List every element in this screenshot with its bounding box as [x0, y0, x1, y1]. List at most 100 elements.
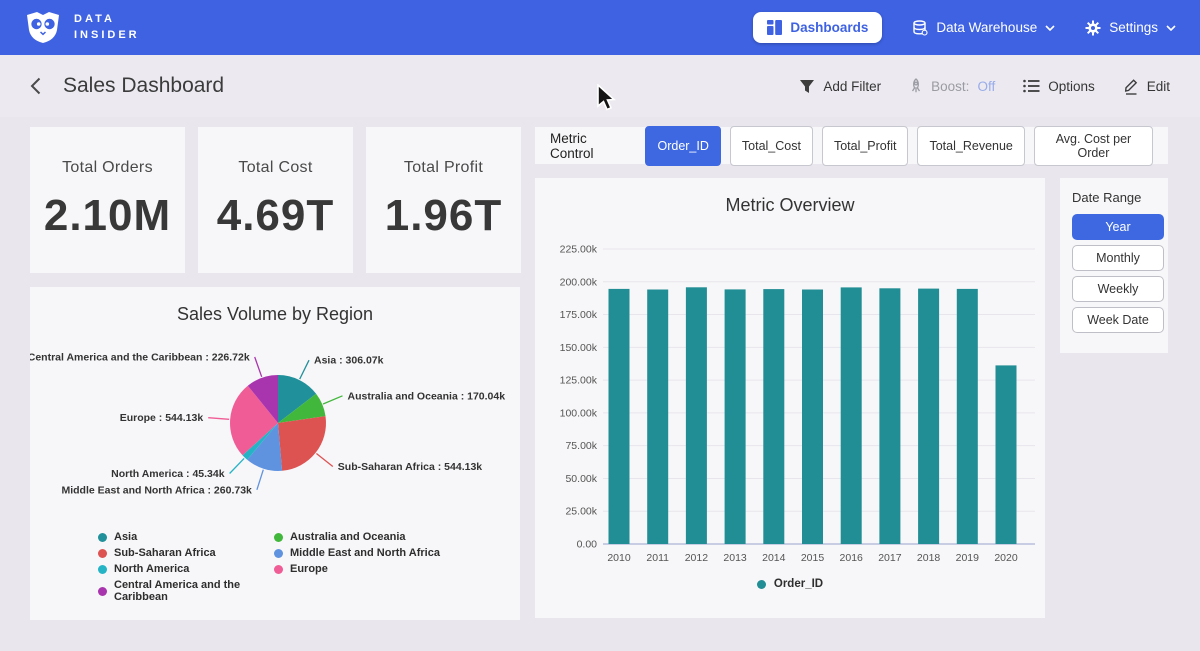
- legend-label: Australia and Oceania: [290, 531, 406, 543]
- kpi-value: 2.10M: [44, 191, 171, 241]
- metric-chip-total-revenue[interactable]: Total_Revenue: [917, 126, 1024, 166]
- back-button[interactable]: [30, 77, 41, 95]
- chevron-down-icon: [1166, 25, 1176, 31]
- pie-label-europe: Europe : 544.13k: [120, 412, 204, 424]
- bar-2013[interactable]: [725, 289, 746, 544]
- pie-label-asia: Asia : 306.07k: [314, 355, 384, 367]
- gear-icon: [1085, 20, 1101, 36]
- bar-2019[interactable]: [957, 289, 978, 544]
- bar-2015[interactable]: [802, 290, 823, 545]
- pie-leader-line: [208, 418, 229, 420]
- data-warehouse-menu[interactable]: Data Warehouse: [912, 20, 1055, 36]
- edit-label: Edit: [1147, 79, 1170, 94]
- metric-chip-total-profit[interactable]: Total_Profit: [822, 126, 909, 166]
- legend-dot: [98, 533, 107, 542]
- legend-dot: [274, 533, 283, 542]
- brand-line-1: DATA: [74, 12, 140, 28]
- legend-dot: [98, 565, 107, 574]
- filter-funnel-icon: [799, 79, 815, 94]
- metric-chip-avg-cost-per-order[interactable]: Avg. Cost per Order: [1034, 126, 1153, 166]
- pie-leader-line: [300, 360, 309, 379]
- legend-label: Sub-Saharan Africa: [114, 547, 216, 559]
- x-tick-label: 2011: [646, 552, 669, 564]
- legend-label: North America: [114, 563, 189, 575]
- data-warehouse-icon: [912, 20, 928, 36]
- legend-item-north-america[interactable]: North America: [98, 563, 274, 575]
- legend-item-central-america-and-the-caribbean[interactable]: Central America and the Caribbean: [98, 579, 274, 603]
- pie-leader-line: [316, 454, 332, 467]
- date-range-panel: Date Range YearMonthlyWeeklyWeek Date: [1060, 178, 1168, 353]
- bar-2016[interactable]: [841, 287, 862, 544]
- bar-chart-legend: Order_ID: [535, 578, 1045, 590]
- legend-item-australia-and-oceania[interactable]: Australia and Oceania: [274, 531, 440, 543]
- pie-leader-line: [255, 357, 262, 377]
- legend-label: Order_ID: [774, 578, 823, 590]
- legend-label: Central America and the Caribbean: [114, 579, 274, 603]
- pie-legend-column-1: Asia Sub-Saharan Africa North America Centr…: [98, 531, 274, 603]
- y-tick-label: 200.00k: [560, 276, 598, 288]
- add-filter-button[interactable]: Add Filter: [799, 79, 881, 94]
- legend-item-asia[interactable]: Asia: [98, 531, 274, 543]
- page-title: Sales Dashboard: [63, 74, 224, 98]
- pie-label-middle-east-and-north-africa: Middle East and North Africa : 260.73k: [61, 484, 252, 496]
- kpi-card-total-profit: Total Profit 1.96T: [366, 127, 521, 273]
- date-range-week-date[interactable]: Week Date: [1072, 307, 1164, 333]
- x-tick-label: 2015: [801, 552, 825, 564]
- date-range-year[interactable]: Year: [1072, 214, 1164, 240]
- kpi-label: Total Cost: [238, 159, 312, 177]
- y-tick-label: 100.00k: [560, 407, 598, 419]
- pie-leader-line: [323, 396, 342, 404]
- boost-value: Off: [977, 79, 995, 94]
- bar-2018[interactable]: [918, 289, 939, 544]
- brand: DATA INSIDER: [24, 11, 140, 44]
- date-range-label: Date Range: [1072, 190, 1160, 205]
- legend-label: Asia: [114, 531, 137, 543]
- pie-label-australia-and-oceania: Australia and Oceania : 170.04k: [348, 390, 506, 402]
- chevron-left-icon: [30, 77, 41, 95]
- pie-leader-line: [257, 470, 263, 490]
- options-label: Options: [1048, 79, 1095, 94]
- add-filter-label: Add Filter: [823, 79, 881, 94]
- dashboards-label: Dashboards: [790, 20, 868, 35]
- dashboards-button[interactable]: Dashboards: [753, 12, 882, 43]
- metric-chip-order-id[interactable]: Order_ID: [645, 126, 720, 166]
- legend-item-sub-saharan-africa[interactable]: Sub-Saharan Africa: [98, 547, 274, 559]
- date-range-weekly[interactable]: Weekly: [1072, 276, 1164, 302]
- y-tick-label: 225.00k: [560, 244, 598, 256]
- legend-dot: [98, 549, 107, 558]
- bar-2010[interactable]: [609, 289, 630, 544]
- date-range-monthly[interactable]: Monthly: [1072, 245, 1164, 271]
- y-tick-label: 50.00k: [565, 473, 597, 485]
- pie-legend-column-2: Australia and Oceania Middle East and Nor…: [274, 531, 440, 603]
- legend-label: Europe: [290, 563, 328, 575]
- x-tick-label: 2012: [685, 552, 709, 564]
- header-actions: Add Filter Boost: Off Options: [799, 77, 1170, 95]
- pie-label-sub-saharan-africa: Sub-Saharan Africa : 544.13k: [338, 461, 482, 473]
- top-navbar: DATA INSIDER Dashboards D: [0, 0, 1200, 55]
- metric-chip-total-cost[interactable]: Total_Cost: [730, 126, 813, 166]
- bar-2012[interactable]: [686, 287, 707, 544]
- legend-item-middle-east-and-north-africa[interactable]: Middle East and North Africa: [274, 547, 440, 559]
- options-button[interactable]: Options: [1023, 79, 1095, 94]
- y-tick-label: 75.00k: [565, 440, 597, 452]
- bar-2014[interactable]: [763, 289, 784, 544]
- legend-item-europe[interactable]: Europe: [274, 563, 440, 575]
- pie-slice-sub-saharan-africa[interactable]: [278, 416, 326, 471]
- bar-2011[interactable]: [647, 290, 668, 545]
- settings-menu[interactable]: Settings: [1085, 20, 1176, 36]
- kpi-label: Total Orders: [62, 159, 153, 177]
- brand-line-2: INSIDER: [74, 28, 140, 44]
- bar-2020[interactable]: [996, 365, 1017, 544]
- bar-2017[interactable]: [879, 288, 900, 544]
- bar-chart-card: Metric Overview 225.00k200.00k175.00k150…: [535, 178, 1045, 618]
- chevron-down-icon: [1045, 25, 1055, 31]
- edit-button[interactable]: Edit: [1123, 77, 1170, 95]
- pie-label-central-america-and-the-caribbean: Central America and the Caribbean : 226.…: [30, 352, 250, 364]
- boost-toggle[interactable]: Boost: Off: [909, 78, 995, 94]
- kpi-label: Total Profit: [404, 159, 483, 177]
- pie-label-north-america: North America : 45.34k: [111, 468, 225, 480]
- pie-chart: Asia : 306.07k Australia and Oceania : 17…: [30, 328, 520, 518]
- legend-dot: [98, 587, 107, 596]
- date-range-options: YearMonthlyWeeklyWeek Date: [1072, 214, 1160, 333]
- y-tick-label: 150.00k: [560, 342, 598, 354]
